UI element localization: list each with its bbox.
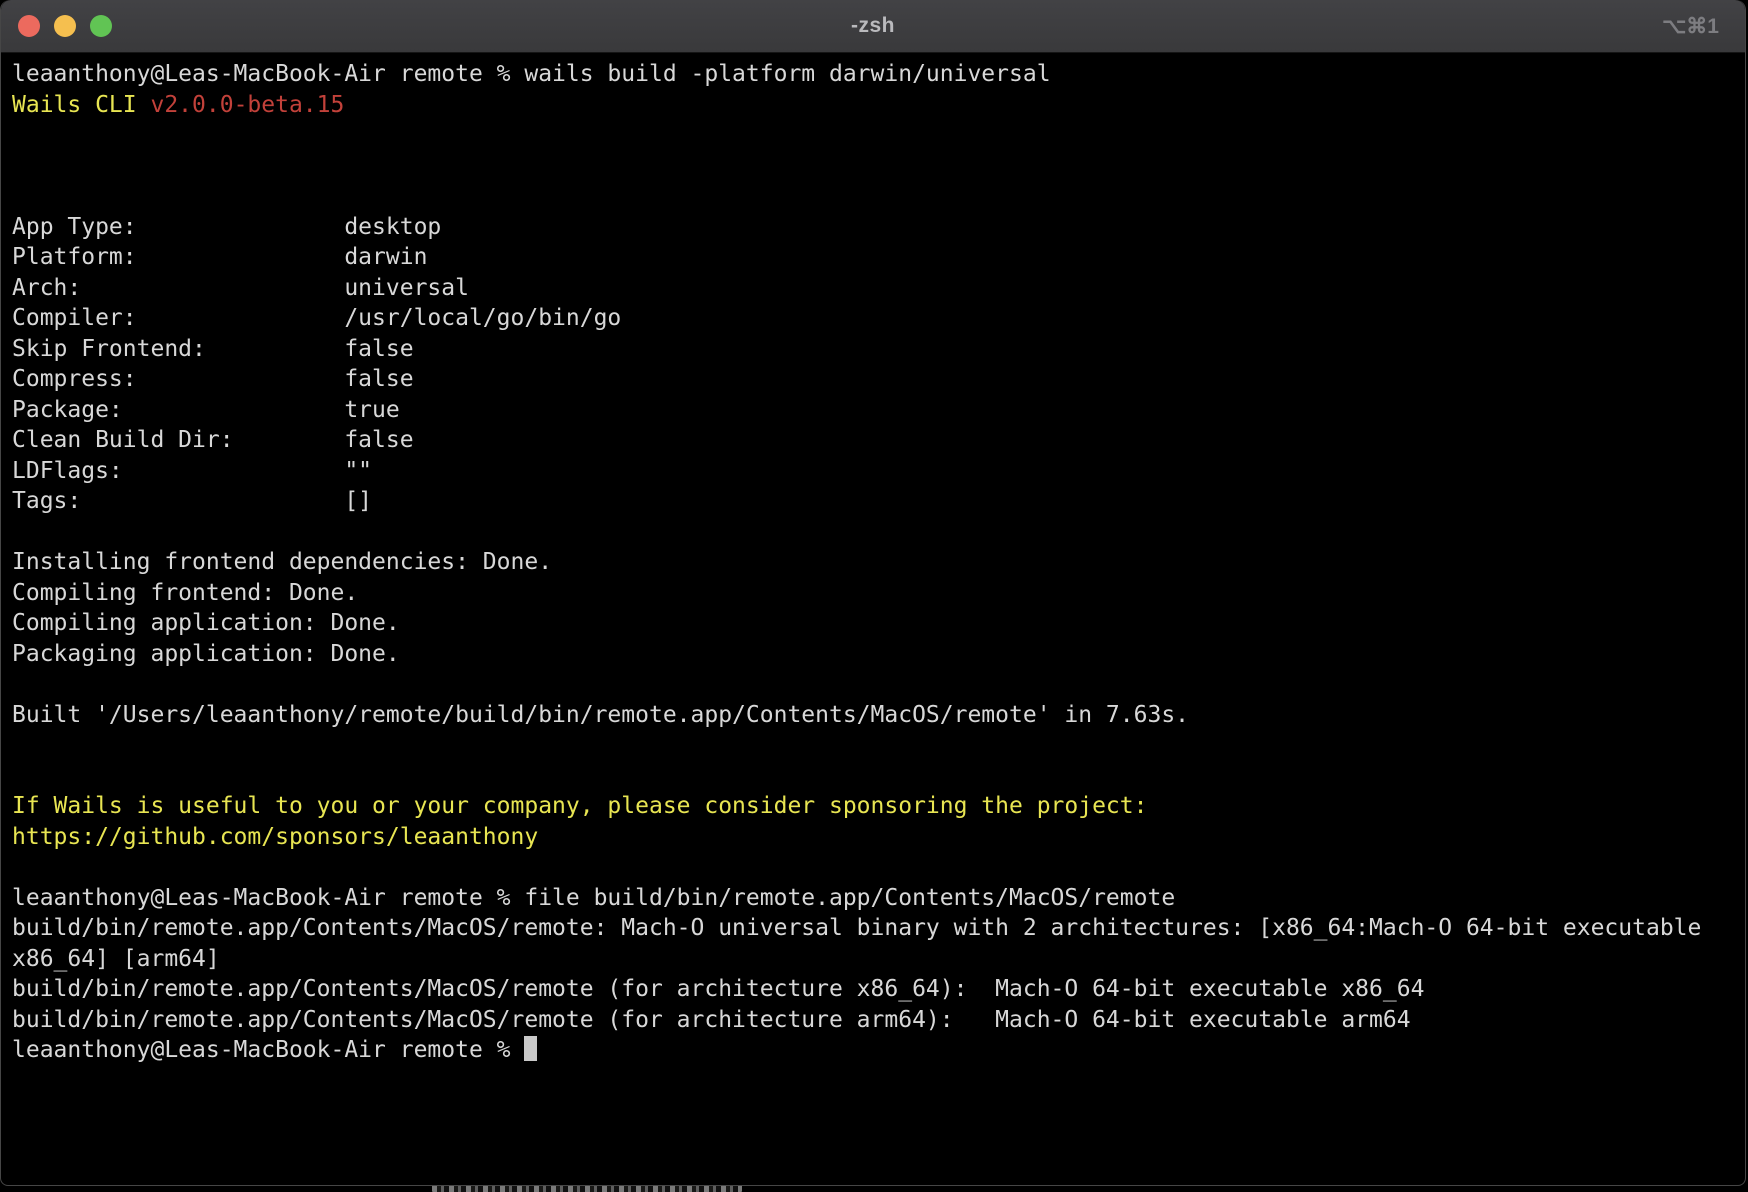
terminal-text-segment: Arch: universal [12, 275, 469, 301]
terminal-line: Compiling application: Done. [12, 608, 1745, 639]
terminal-text-segment: Package: true [12, 397, 400, 423]
terminal-text-segment: https://github.com/sponsors/leaanthony [12, 824, 538, 850]
terminal-line: Wails CLI v2.0.0-beta.15 [12, 90, 1745, 121]
terminal-line [12, 517, 1745, 548]
terminal-line: leaanthony@Leas-MacBook-Air remote % fil… [12, 883, 1745, 914]
terminal-line [12, 852, 1745, 883]
terminal-text-segment: build/bin/remote.app/Contents/MacOS/remo… [12, 915, 1701, 941]
terminal-line [12, 181, 1745, 212]
terminal-line [12, 761, 1745, 792]
terminal-line [12, 151, 1745, 182]
terminal-text-segment: Compiling frontend: Done. [12, 580, 358, 606]
terminal-screen[interactable]: leaanthony@Leas-MacBook-Air remote % wai… [1, 53, 1745, 1066]
terminal-line: Compress: false [12, 364, 1745, 395]
terminal-text-segment: build/bin/remote.app/Contents/MacOS/remo… [12, 976, 1424, 1002]
window-title: -zsh [1, 14, 1745, 38]
terminal-window: -zsh ⌥⌘1 leaanthony@Leas-MacBook-Air rem… [0, 0, 1746, 1186]
terminal-line: Tags: [] [12, 486, 1745, 517]
terminal-line: leaanthony@Leas-MacBook-Air remote % [12, 1035, 1745, 1066]
terminal-text-segment: Installing frontend dependencies: Done. [12, 549, 552, 575]
terminal-text-segment: App Type: desktop [12, 214, 441, 240]
terminal-line: Compiler: /usr/local/go/bin/go [12, 303, 1745, 334]
terminal-text-segment: Tags: [] [12, 488, 372, 514]
tab-shortcut-badge: ⌥⌘1 [1662, 0, 1719, 52]
terminal-text-segment: LDFlags: "" [12, 458, 372, 484]
terminal-line: build/bin/remote.app/Contents/MacOS/remo… [12, 1005, 1745, 1036]
terminal-text-segment: Built '/Users/leaanthony/remote/build/bi… [12, 702, 1189, 728]
terminal-line [12, 730, 1745, 761]
terminal-line: Skip Frontend: false [12, 334, 1745, 365]
terminal-text-segment: build/bin/remote.app/Contents/MacOS/remo… [12, 1007, 1411, 1033]
terminal-text-segment: leaanthony@Leas-MacBook-Air remote % wai… [12, 61, 1051, 87]
terminal-text-segment: Wails CLI [12, 92, 150, 118]
terminal-text-segment: Compiler: /usr/local/go/bin/go [12, 305, 621, 331]
terminal-text-segment: Platform: darwin [12, 244, 427, 270]
terminal-line: Installing frontend dependencies: Done. [12, 547, 1745, 578]
terminal-line: build/bin/remote.app/Contents/MacOS/remo… [12, 974, 1745, 1005]
terminal-text-segment: Clean Build Dir: false [12, 427, 414, 453]
terminal-line: https://github.com/sponsors/leaanthony [12, 822, 1745, 853]
terminal-line: If Wails is useful to you or your compan… [12, 791, 1745, 822]
terminal-text-segment: If Wails is useful to you or your compan… [12, 793, 1147, 819]
terminal-line [12, 669, 1745, 700]
terminal-text-segment: v2.0.0-beta.15 [150, 92, 344, 118]
terminal-line: Arch: universal [12, 273, 1745, 304]
terminal-line: LDFlags: "" [12, 456, 1745, 487]
terminal-text-segment: Compress: false [12, 366, 414, 392]
terminal-line: App Type: desktop [12, 212, 1745, 243]
terminal-cursor [524, 1036, 537, 1061]
terminal-text-segment: x86_64] [arm64] [12, 946, 220, 972]
terminal-line: build/bin/remote.app/Contents/MacOS/remo… [12, 913, 1745, 944]
terminal-line: Clean Build Dir: false [12, 425, 1745, 456]
terminal-text-segment: leaanthony@Leas-MacBook-Air remote % [12, 1037, 524, 1063]
terminal-line: leaanthony@Leas-MacBook-Air remote % wai… [12, 59, 1745, 90]
terminal-line: x86_64] [arm64] [12, 944, 1745, 975]
terminal-text-segment: leaanthony@Leas-MacBook-Air remote % fil… [12, 885, 1175, 911]
terminal-line: Platform: darwin [12, 242, 1745, 273]
window-titlebar[interactable]: -zsh ⌥⌘1 [1, 0, 1745, 53]
terminal-text-segment: Skip Frontend: false [12, 336, 414, 362]
terminal-text-segment: Packaging application: Done. [12, 641, 400, 667]
terminal-line: Package: true [12, 395, 1745, 426]
terminal-line: Built '/Users/leaanthony/remote/build/bi… [12, 700, 1745, 731]
terminal-line: Packaging application: Done. [12, 639, 1745, 670]
terminal-text-segment: Compiling application: Done. [12, 610, 400, 636]
terminal-line: Compiling frontend: Done. [12, 578, 1745, 609]
terminal-line [12, 120, 1745, 151]
